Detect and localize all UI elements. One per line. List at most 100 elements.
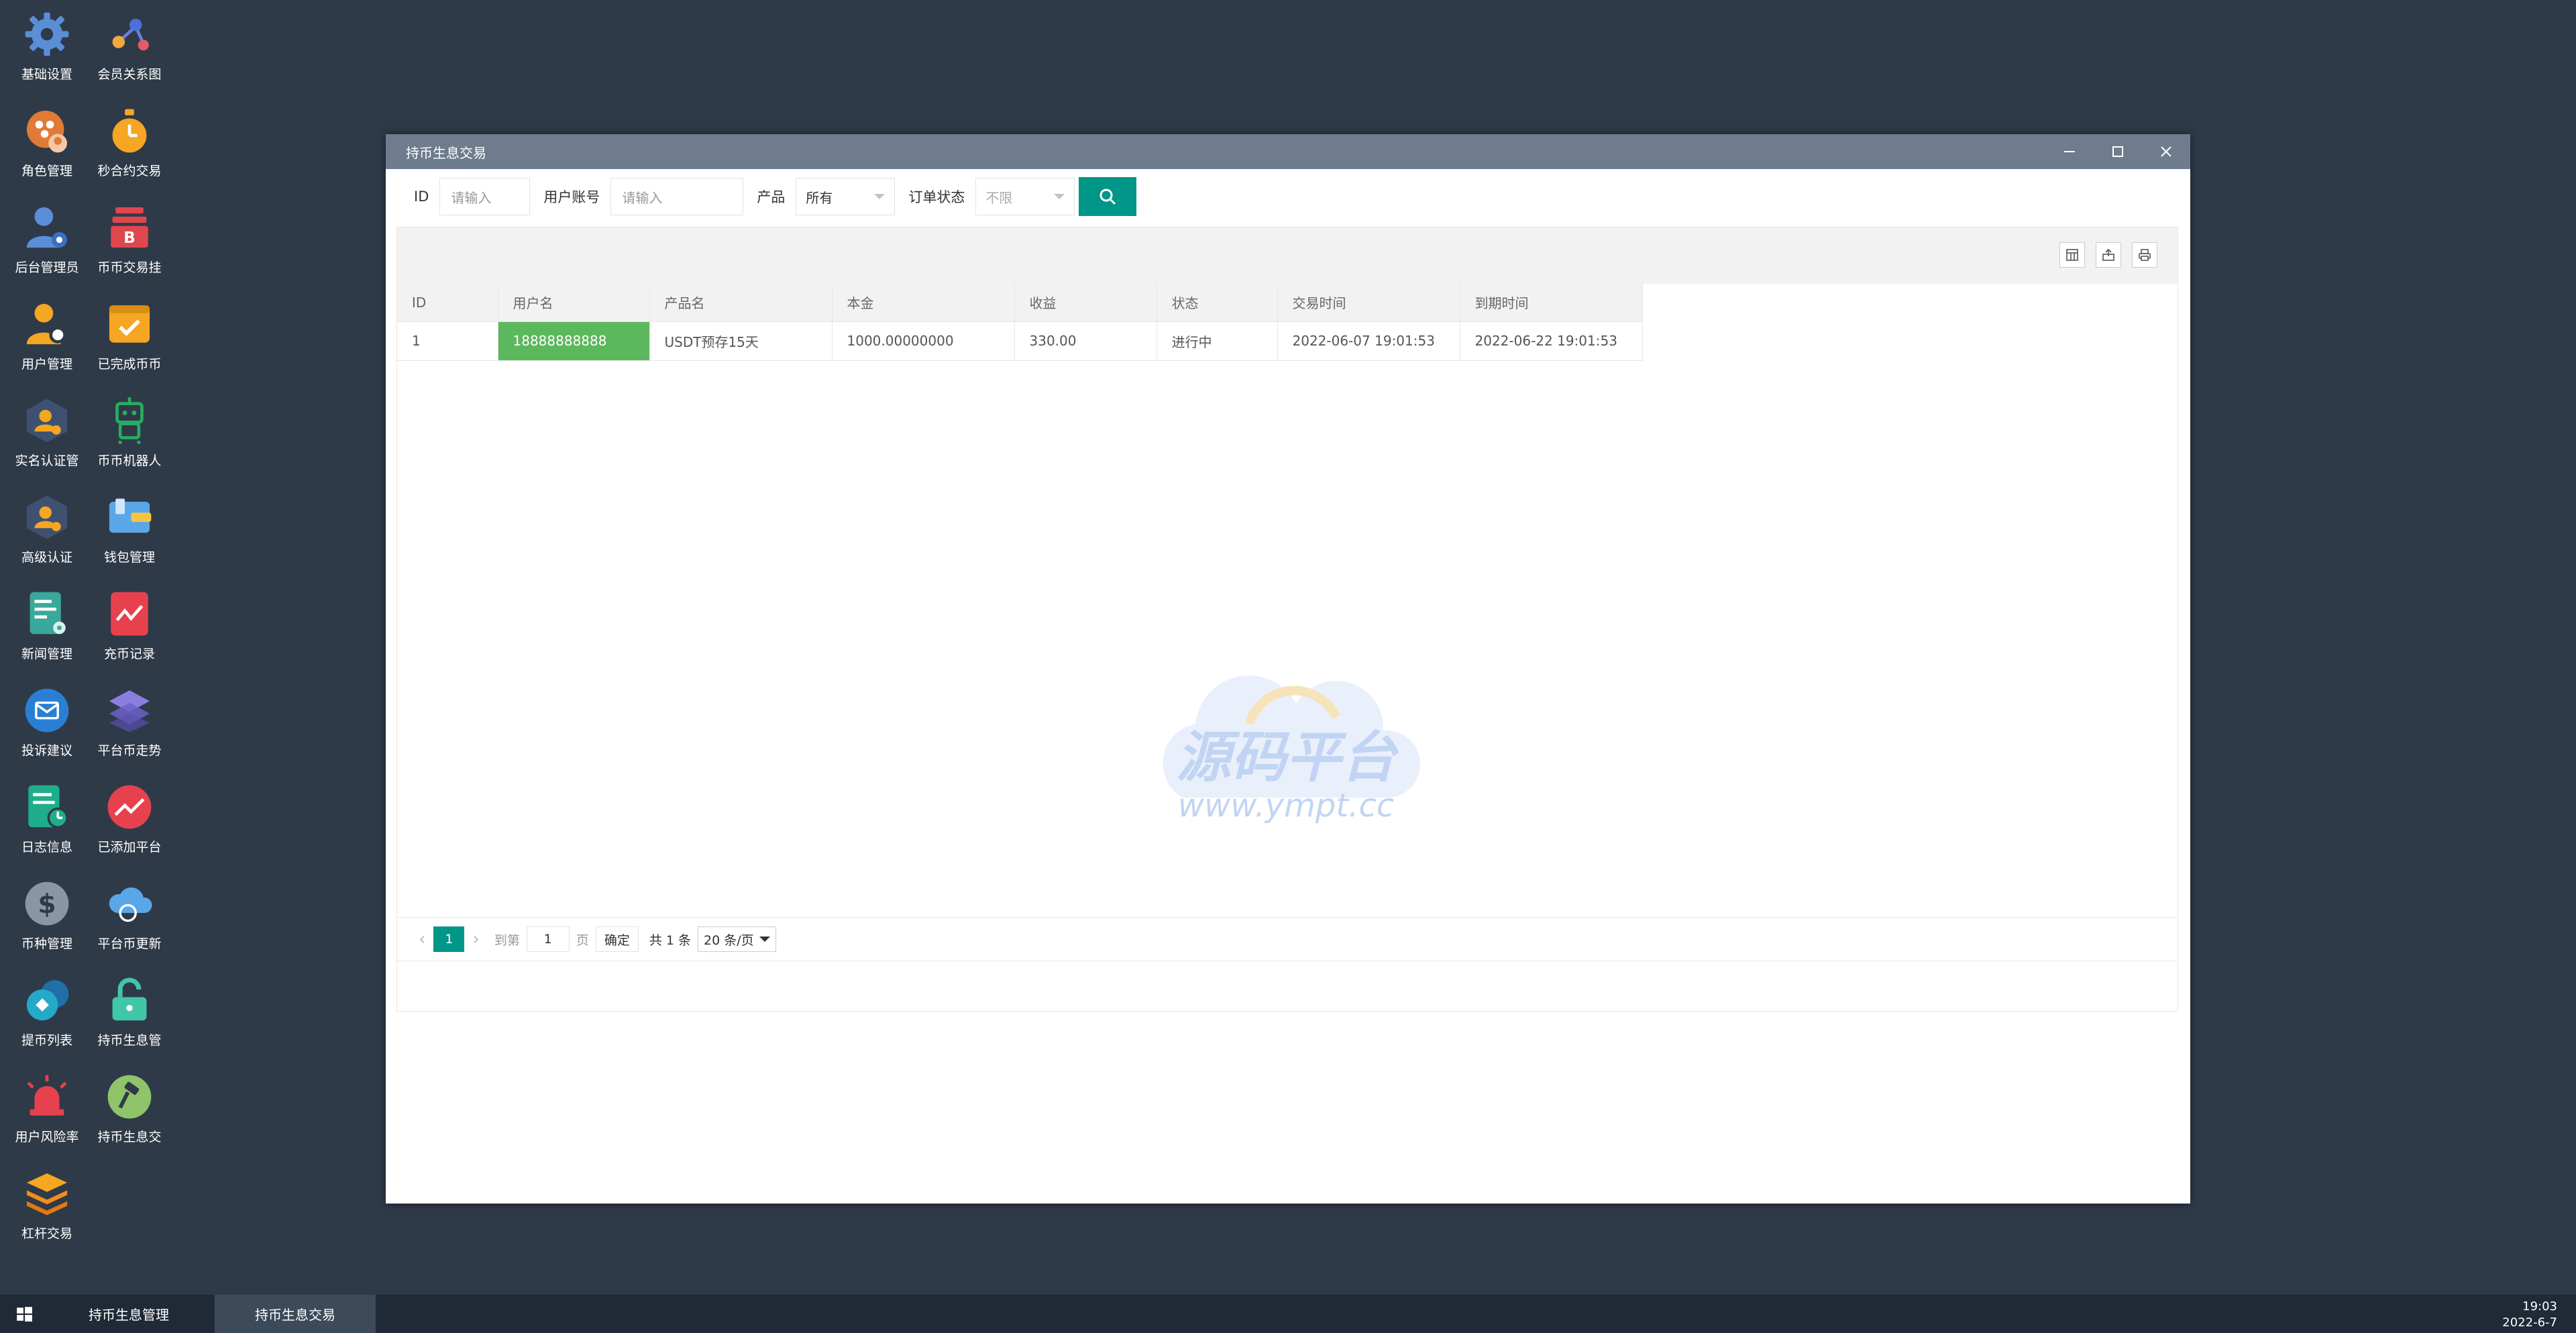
table-cell: 2022-06-22 19:01:53 — [1460, 321, 1643, 361]
news-doc-icon — [22, 589, 72, 639]
account-filter-label: 用户账号 — [543, 189, 600, 205]
table-cell: 1 — [397, 321, 498, 361]
robot-icon — [105, 396, 154, 445]
desktop-icon-label: 持币生息管 — [97, 1033, 162, 1048]
desktop-icon-coin-robot[interactable]: 币币机器人 — [83, 386, 176, 474]
desktop-icon-advanced-verify[interactable]: 高级认证 — [0, 483, 94, 570]
desktop-icon-second-contract[interactable]: 秒合约交易 — [83, 97, 176, 184]
taskbar-item-staking-manage[interactable]: 持币生息管理 — [48, 1295, 209, 1333]
filter-bar: ID 请输入 用户账号 请输入 产品 所有 订单状态 不限 — [386, 169, 2190, 224]
staking-trade-window: 持币生息交易 ID 请输入 用户账号 请输入 产品 所有 订单状态 不限 ID … — [386, 134, 2190, 1204]
desktop-icon-log[interactable]: 日志信息 — [0, 773, 94, 860]
desktop-icon-leverage[interactable]: 杠杆交易 — [0, 1159, 94, 1246]
desktop-icon-label: 充币记录 — [103, 647, 155, 661]
table-cell: 330.00 — [1014, 321, 1157, 361]
layers-icon — [105, 686, 154, 735]
desktop-icon-label: 投诉建议 — [21, 743, 72, 758]
svg-text:B: B — [123, 229, 136, 247]
desktop-icon-label: 会员关系图 — [97, 67, 162, 82]
minimize-button[interactable] — [2045, 134, 2094, 169]
pagination: ‹ 1 › 到第 1 页 确定 共 1 条 20 条/页 — [397, 917, 2178, 961]
account-filter-input[interactable]: 请输入 — [610, 178, 744, 215]
table-row[interactable]: 1 18888888888 USDT预存15天 1000.00000000 33… — [397, 321, 1643, 361]
column-header[interactable]: 到期时间 — [1460, 284, 1643, 322]
desktop-icon-currency[interactable]: $ 币种管理 — [0, 869, 94, 957]
column-header[interactable]: 收益 — [1014, 284, 1157, 322]
id-filter-input[interactable]: 请输入 — [439, 178, 531, 215]
verified-user-icon — [22, 396, 72, 445]
desktop-icon-label: 已完成币币 — [97, 357, 162, 372]
search-button[interactable] — [1079, 177, 1137, 216]
column-header[interactable]: 本金 — [832, 284, 1015, 322]
maximize-button[interactable] — [2094, 134, 2142, 169]
desktop-icon-user-management[interactable]: 用户管理 — [0, 290, 94, 377]
column-header[interactable]: 状态 — [1157, 284, 1278, 322]
product-filter-label: 产品 — [757, 189, 786, 205]
page-size-select[interactable]: 20 条/页 — [698, 926, 776, 952]
search-icon — [1099, 189, 1116, 205]
trend-icon — [105, 782, 154, 832]
next-page-button[interactable]: › — [472, 929, 479, 949]
status-select[interactable]: 不限 — [975, 178, 1075, 215]
desktop-icon-realname[interactable]: 实名认证管 — [0, 386, 94, 474]
desktop-icon-staking-trade[interactable]: 持币生息交 — [83, 1063, 176, 1150]
column-header[interactable]: ID — [397, 284, 498, 322]
chart-card-icon — [105, 589, 154, 639]
desktop-icon-label: 提币列表 — [21, 1033, 72, 1048]
desktop-icon-wallet[interactable]: 钱包管理 — [83, 483, 176, 570]
column-filter-button[interactable] — [2059, 242, 2085, 268]
desktop-icon-added-platform[interactable]: 已添加平台 — [83, 773, 176, 860]
table-header-row: ID 用户名 产品名 本金 收益 状态 交易时间 到期时间 — [397, 284, 1643, 322]
goto-confirm-button[interactable]: 确定 — [595, 926, 639, 952]
close-button[interactable] — [2142, 134, 2190, 169]
desktop-icon-label: 实名认证管 — [15, 454, 79, 468]
page-1-button[interactable]: 1 — [433, 926, 465, 952]
table-cell[interactable]: 18888888888 — [498, 321, 650, 361]
taskbar-item-staking-trade[interactable]: 持币生息交易 — [215, 1295, 376, 1333]
desktop-icon-withdraw-list[interactable]: 提币列表 — [0, 966, 94, 1053]
desktop-icon-admin[interactable]: 后台管理员 — [0, 193, 94, 280]
desktop-icon-platform-update[interactable]: 平台币更新 — [83, 869, 176, 957]
desktop-icon-label: 用户管理 — [21, 357, 72, 372]
desktop-icon-member-graph[interactable]: 会员关系图 — [83, 0, 176, 87]
column-header[interactable]: 产品名 — [649, 284, 833, 322]
cloud-refresh-icon — [105, 879, 154, 928]
desktop-icon-platform-trend[interactable]: 平台币走势 — [83, 676, 176, 763]
print-button[interactable] — [2132, 242, 2157, 268]
export-button[interactable] — [2096, 242, 2121, 268]
desktop-icon-label: 角色管理 — [21, 164, 72, 178]
desktop-icon-basic-settings[interactable]: 基础设置 — [0, 0, 94, 87]
table-cell: 2022-06-07 19:01:53 — [1277, 321, 1460, 361]
prev-page-button[interactable]: ‹ — [419, 929, 425, 949]
chevron-down-icon — [759, 937, 770, 942]
page-size-value: 20 条/页 — [704, 932, 754, 948]
windows-logo-icon — [17, 1306, 32, 1322]
desktop-icon-coin-trade[interactable]: B 币币交易挂 — [83, 193, 176, 280]
stopwatch-icon — [105, 106, 154, 156]
desktop-icon-news[interactable]: 新闻管理 — [0, 580, 94, 667]
watermark-logo: 源码平台 www.ympt.cc — [1135, 663, 1437, 845]
desktop-icon-staking-manage[interactable]: 持币生息管 — [83, 966, 176, 1053]
goto-label: 到第 — [494, 932, 520, 948]
desktop-icon-risk-rate[interactable]: 用户风险率 — [0, 1063, 94, 1150]
status-filter-label: 订单状态 — [908, 189, 965, 205]
desktop-icon-label: 钱包管理 — [103, 550, 155, 565]
desktop-icon-completed-coin[interactable]: 已完成币币 — [83, 290, 176, 377]
chevron-down-icon — [1054, 194, 1065, 199]
goto-page-input[interactable]: 1 — [526, 926, 570, 952]
desktop-icon-deposit-record[interactable]: 充币记录 — [83, 580, 176, 667]
close-icon — [2161, 146, 2171, 157]
desktop-icon-role-management[interactable]: 角色管理 — [0, 97, 94, 184]
alarm-icon — [22, 1072, 72, 1122]
window-titlebar[interactable]: 持币生息交易 — [386, 134, 2190, 169]
export-icon — [2102, 248, 2114, 261]
desktop-icon-complaint[interactable]: 投诉建议 — [0, 676, 94, 763]
start-button[interactable] — [0, 1295, 48, 1333]
column-header[interactable]: 用户名 — [498, 284, 650, 322]
product-select-value: 所有 — [806, 189, 833, 206]
column-header[interactable]: 交易时间 — [1277, 284, 1460, 322]
desktop-icon-label: 日志信息 — [21, 840, 72, 855]
watermark-title: 源码平台 — [1176, 726, 1399, 790]
system-clock[interactable]: 19:03 2022-6-7 — [2502, 1299, 2557, 1331]
product-select[interactable]: 所有 — [796, 178, 896, 215]
